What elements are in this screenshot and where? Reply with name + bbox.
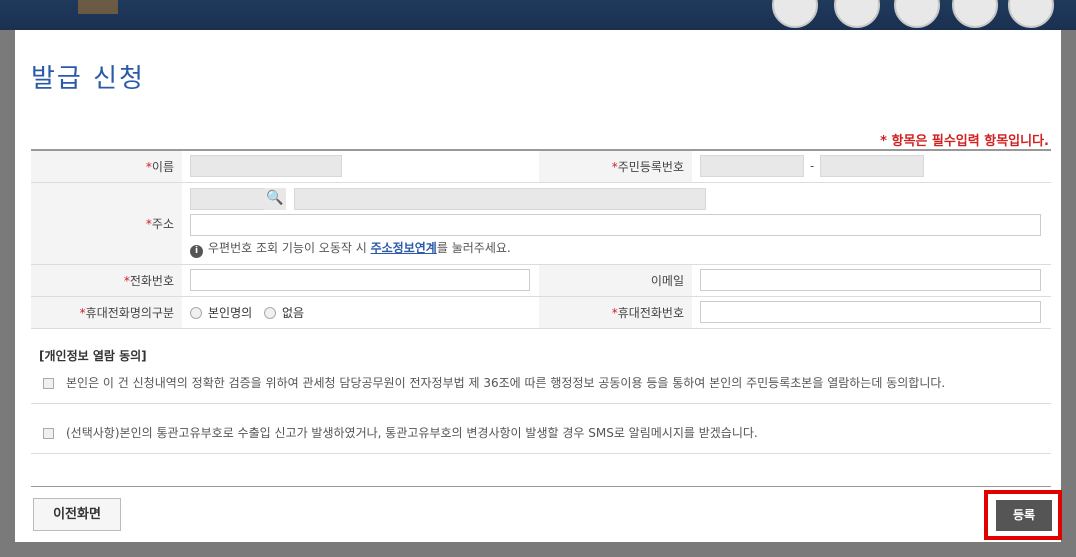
search-icon[interactable]: 🔍 <box>264 188 286 210</box>
consent-checkbox-sms[interactable] <box>43 428 54 439</box>
email-cell <box>692 264 1051 297</box>
email-field[interactable] <box>700 269 1041 291</box>
consent-item: 본인은 이 건 신청내역의 정확한 검증을 위하여 관세청 담당공무원이 전자정… <box>31 374 1051 404</box>
consent-text-sms: (선택사항)본인의 통관고유부호로 수출입 신고가 발생하였거나, 통관고유부호… <box>66 426 758 440</box>
banner-circle-icon <box>772 0 818 28</box>
mobile-label-text: 휴대전화번호 <box>617 305 684 320</box>
register-button[interactable]: 등록 <box>996 500 1052 531</box>
form-row-name-rrn: *이름 *주민등록번호 - <box>31 150 1051 183</box>
address-info-link[interactable]: 주소정보연계 <box>371 241 437 255</box>
phone-field[interactable] <box>190 269 530 291</box>
address-base-field[interactable] <box>293 188 706 210</box>
radio-self-owned-label: 본인명의 <box>208 305 253 320</box>
name-label-text: 이름 <box>151 159 174 174</box>
issue-application-modal: 발급 신청 * 항목은 필수입력 항목입니다. *이름 *주민등록번호 - *주… <box>15 30 1062 542</box>
address-label-text: 주소 <box>151 216 174 231</box>
mobile-type-label-text: 휴대전화명의구분 <box>85 305 174 320</box>
footer-divider <box>31 486 1051 487</box>
page-title: 발급 신청 <box>31 64 145 94</box>
address-label: *주소 <box>31 182 182 265</box>
postal-code-field[interactable] <box>190 188 266 210</box>
phone-label-text: 전화번호 <box>129 273 174 288</box>
form-row-address: *주소 🔍 i 우편번호 조회 기능이 오동작 시 주소정보연계를 눌러주세요. <box>31 182 1051 265</box>
form-row-mobile: *휴대전화명의구분 본인명의 없음 *휴대전화번호 <box>31 296 1051 329</box>
rrn-front-field[interactable] <box>700 155 804 178</box>
address-cell: 🔍 i 우편번호 조회 기능이 오동작 시 주소정보연계를 눌러주세요. <box>182 182 1051 265</box>
email-label: 이메일 <box>539 264 692 297</box>
mobile-type-cell: 본인명의 없음 <box>182 296 539 329</box>
consent-text-rrn: 본인은 이 건 신청내역의 정확한 검증을 위하여 관세청 담당공무원이 전자정… <box>66 376 946 390</box>
radio-none-label: 없음 <box>282 305 305 320</box>
rrn-separator: - <box>810 159 815 174</box>
mobile-cell <box>692 296 1051 329</box>
required-fields-note: * 항목은 필수입력 항목입니다. <box>880 134 1049 149</box>
rrn-label-text: 주민등록번호 <box>617 159 684 174</box>
banner-circle-icon <box>1008 0 1054 28</box>
site-logo <box>78 0 118 14</box>
radio-self-owned[interactable] <box>190 306 202 319</box>
info-icon: i <box>190 245 203 258</box>
consent-checkbox-rrn[interactable] <box>43 378 54 389</box>
phone-label: *전화번호 <box>31 264 182 297</box>
mobile-field[interactable] <box>700 301 1041 323</box>
banner-circle-icon <box>894 0 940 28</box>
consent-title: [개인정보 열람 동의] <box>39 349 147 363</box>
background-site-header <box>0 0 1076 30</box>
name-label: *이름 <box>31 150 182 183</box>
address-info-suffix: 를 눌러주세요. <box>436 241 511 255</box>
banner-circle-icon <box>952 0 998 28</box>
previous-screen-button[interactable]: 이전화면 <box>33 498 121 531</box>
name-cell <box>182 150 539 183</box>
form-row-phone-email: *전화번호 이메일 <box>31 264 1051 297</box>
rrn-back-field[interactable] <box>820 155 925 178</box>
mobile-label: *휴대전화번호 <box>539 296 692 329</box>
mobile-type-label: *휴대전화명의구분 <box>31 296 182 329</box>
application-form-table: *이름 *주민등록번호 - *주소 🔍 i 우편번호 조회 기능이 오동작 시 … <box>31 149 1051 329</box>
banner-circle-icon <box>834 0 880 28</box>
address-info-line: i 우편번호 조회 기능이 오동작 시 주소정보연계를 눌러주세요. <box>190 239 1043 258</box>
phone-cell <box>182 264 539 297</box>
consent-item: (선택사항)본인의 통관고유부호로 수출입 신고가 발생하였거나, 통관고유부호… <box>31 424 1051 454</box>
address-detail-field[interactable] <box>190 214 1041 236</box>
radio-none[interactable] <box>264 306 276 319</box>
rrn-cell: - <box>692 150 1051 183</box>
rrn-label: *주민등록번호 <box>539 150 692 183</box>
address-info-text: 우편번호 조회 기능이 오동작 시 <box>208 241 371 255</box>
name-field[interactable] <box>190 155 342 178</box>
